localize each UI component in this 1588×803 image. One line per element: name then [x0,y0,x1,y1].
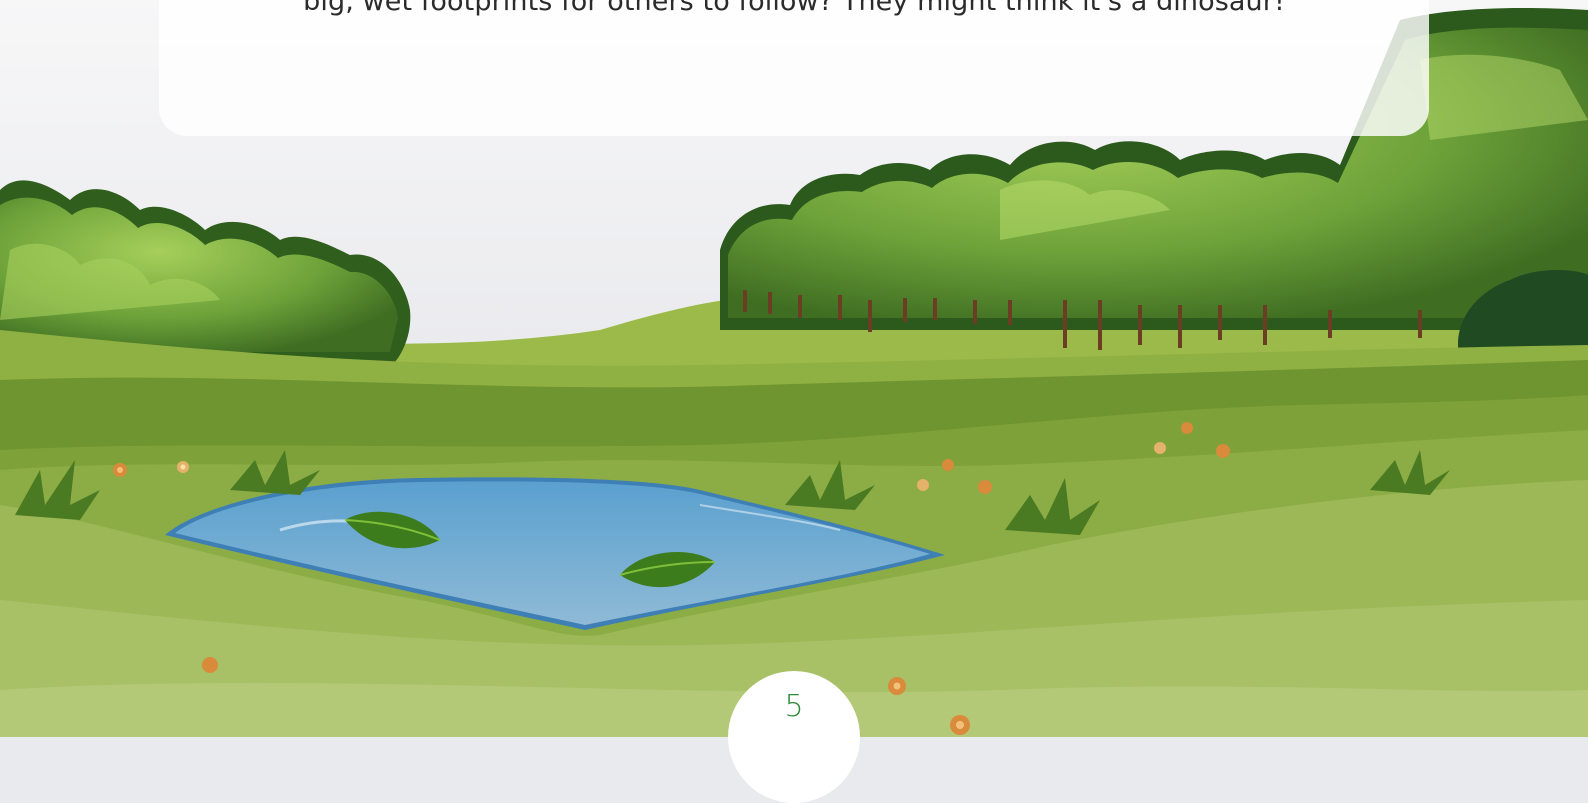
story-text-card: big, wet footprints for others to follow… [159,0,1429,136]
page-number-badge: 5 [728,671,860,803]
page-number: 5 [784,689,804,724]
story-text: big, wet footprints for others to follow… [303,0,1285,17]
